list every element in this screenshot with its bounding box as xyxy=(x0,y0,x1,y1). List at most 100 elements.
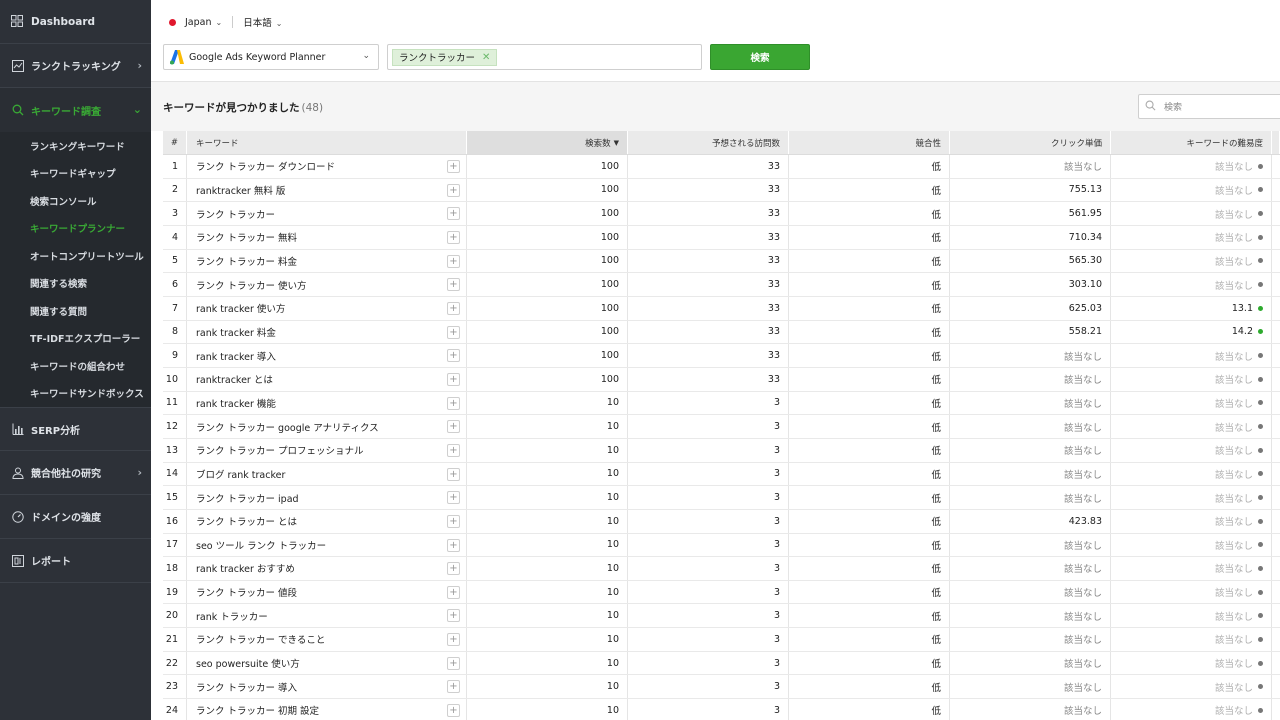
row-spacer xyxy=(1272,699,1280,720)
filter-input[interactable]: 検索 xyxy=(1138,94,1280,119)
header-keyword[interactable]: キーワード xyxy=(187,131,467,154)
row-num: 18 xyxy=(163,557,187,580)
row-keyword: ランク トラッカー プロフェッショナル + xyxy=(187,438,467,462)
add-keyword-plus-icon[interactable]: + xyxy=(447,538,460,552)
header-difficulty[interactable]: キーワードの難易度 xyxy=(1111,131,1272,154)
row-competition: 低 xyxy=(789,296,950,320)
row-visits: 3 xyxy=(628,604,789,628)
close-icon[interactable]: ✕ xyxy=(482,52,490,63)
add-keyword-plus-icon[interactable]: + xyxy=(447,420,460,434)
table-row[interactable]: 23 ランク トラッカー 導入 +10 3 低該当なし 該当なし xyxy=(163,675,1280,700)
add-keyword-plus-icon[interactable]: + xyxy=(447,562,460,576)
country-dropdown[interactable]: Japan ⌄ xyxy=(185,17,222,28)
sidebar-serp-analysis[interactable]: SERP分析 xyxy=(0,407,151,451)
row-competition: 低 xyxy=(789,699,950,720)
sidebar-item-keyword-gap[interactable]: キーワードギャップ xyxy=(0,160,151,188)
add-keyword-plus-icon[interactable]: + xyxy=(447,230,460,244)
row-difficulty: 該当なし xyxy=(1111,486,1272,509)
add-keyword-plus-icon[interactable]: + xyxy=(447,372,460,386)
sidebar-item-keyword-combinations[interactable]: キーワードの組合わせ xyxy=(0,352,151,380)
table-row[interactable]: 14 ブログ rank tracker +10 3 低該当なし 該当なし xyxy=(163,462,1280,487)
add-keyword-plus-icon[interactable]: + xyxy=(447,633,460,647)
add-keyword-plus-icon[interactable]: + xyxy=(447,491,460,505)
row-visits: 3 xyxy=(628,675,789,699)
table-row[interactable]: 11 rank tracker 機能 +10 3 低該当なし 該当なし xyxy=(163,391,1280,416)
add-keyword-plus-icon[interactable]: + xyxy=(447,680,460,694)
row-cpc: 565.30 xyxy=(950,249,1111,273)
row-keyword: seo ツール ランク トラッカー + xyxy=(187,533,467,557)
sidebar-item-search-console[interactable]: 検索コンソール xyxy=(0,187,151,215)
sidebar-item-ranking-keywords[interactable]: ランキングキーワード xyxy=(0,132,151,160)
add-keyword-plus-icon[interactable]: + xyxy=(447,514,460,528)
table-row[interactable]: 10 ranktracker とは +100 33 低該当なし 該当なし xyxy=(163,367,1280,392)
row-competition: 低 xyxy=(789,155,950,178)
row-volume: 100 xyxy=(467,155,628,178)
sidebar-keyword-research-label: キーワード調査 xyxy=(31,106,101,118)
add-keyword-plus-icon[interactable]: + xyxy=(447,656,460,670)
sidebar-dashboard[interactable]: Dashboard xyxy=(0,0,151,44)
chevron-right-icon: › xyxy=(137,466,142,479)
table-row[interactable]: 12 ランク トラッカー google アナリティクス +10 3 低該当なし 該当なし xyxy=(163,415,1280,439)
sidebar-domain-strength[interactable]: ドメインの強度 xyxy=(0,495,151,539)
keyword-input[interactable]: ランクトラッカー ✕ xyxy=(387,44,702,70)
header-volume[interactable]: 検索数 ▼ xyxy=(467,131,628,154)
row-competition: 低 xyxy=(789,202,950,225)
table-row[interactable]: 5 ランク トラッカー 料金 +100 33 低 565.30 該当なし xyxy=(163,249,1280,274)
sidebar-item-tfidf-explorer[interactable]: TF-IDFエクスプローラー xyxy=(0,325,151,353)
sidebar-competitor-research[interactable]: 競合他社の研究 › xyxy=(0,451,151,495)
table-row[interactable]: 7 rank tracker 使い方 +100 33 低 625.03 13.1 xyxy=(163,296,1280,321)
add-keyword-plus-icon[interactable]: + xyxy=(447,609,460,623)
table-row[interactable]: 8 rank tracker 料金 +100 33 低 558.21 14.2 xyxy=(163,320,1280,345)
row-difficulty: 該当なし xyxy=(1111,604,1272,628)
difficulty-status-dot-icon xyxy=(1258,329,1263,335)
row-difficulty: 該当なし xyxy=(1111,202,1272,225)
table-row[interactable]: 20 rank トラッカー +10 3 低該当なし 該当なし xyxy=(163,604,1280,629)
add-keyword-plus-icon[interactable]: + xyxy=(447,254,460,268)
add-keyword-plus-icon[interactable]: + xyxy=(447,443,460,457)
table-row[interactable]: 2 ranktracker 無料 版 +100 33 低 755.13 該当なし xyxy=(163,178,1280,203)
table-header: # キーワード 検索数 ▼ 予想される訪問数 競合性 クリック単価 キーワードの難… xyxy=(163,131,1280,155)
add-keyword-plus-icon[interactable]: + xyxy=(447,183,460,197)
add-keyword-plus-icon[interactable]: + xyxy=(447,301,460,315)
add-keyword-plus-icon[interactable]: + xyxy=(447,467,460,481)
table-row[interactable]: 4 ランク トラッカー 無料 +100 33 低 710.34 該当なし xyxy=(163,225,1280,250)
header-competition[interactable]: 競合性 xyxy=(789,131,950,154)
add-keyword-plus-icon[interactable]: + xyxy=(447,396,460,410)
table-row[interactable]: 6 ランク トラッカー 使い方 +100 33 低 303.10 該当なし xyxy=(163,273,1280,297)
row-spacer xyxy=(1272,344,1280,367)
table-row[interactable]: 9 rank tracker 導入 +100 33 低該当なし 該当なし xyxy=(163,344,1280,368)
table-row[interactable]: 19 ランク トラッカー 値段 +10 3 低該当なし 該当なし xyxy=(163,580,1280,605)
header-cpc[interactable]: クリック単価 xyxy=(950,131,1111,154)
add-keyword-plus-icon[interactable]: + xyxy=(447,278,460,292)
search-button[interactable]: 検索 xyxy=(710,44,810,70)
table-row[interactable]: 24 ランク トラッカー 初期 設定 +10 3 低該当なし 該当なし xyxy=(163,699,1280,720)
table-row[interactable]: 22 seo powersuite 使い方 +10 3 低該当なし 該当なし xyxy=(163,651,1280,676)
table-row[interactable]: 16 ランク トラッカー とは +10 3 低 423.83 該当なし xyxy=(163,509,1280,534)
sidebar-item-autocomplete[interactable]: オートコンプリートツール xyxy=(0,242,151,270)
sidebar-rank-tracking[interactable]: ランクトラッキング › xyxy=(0,44,151,88)
table-row[interactable]: 13 ランク トラッカー プロフェッショナル +10 3 低該当なし 該当なし xyxy=(163,438,1280,463)
add-keyword-plus-icon[interactable]: + xyxy=(447,349,460,363)
source-select[interactable]: Google Ads Keyword Planner ⌄ xyxy=(163,44,379,70)
sidebar-item-keyword-sandbox[interactable]: キーワードサンドボックス xyxy=(0,380,151,408)
sidebar-reports[interactable]: レポート xyxy=(0,539,151,583)
add-keyword-plus-icon[interactable]: + xyxy=(447,325,460,339)
table-row[interactable]: 1 ランク トラッカー ダウンロード +100 33 低該当なし 該当なし xyxy=(163,155,1280,179)
sidebar-item-keyword-planner[interactable]: キーワードプランナー xyxy=(0,215,151,243)
add-keyword-plus-icon[interactable]: + xyxy=(447,585,460,599)
add-keyword-plus-icon[interactable]: + xyxy=(447,704,460,718)
table-row[interactable]: 18 rank tracker おすすめ +10 3 低該当なし 該当なし xyxy=(163,557,1280,581)
row-visits: 3 xyxy=(628,486,789,509)
table-row[interactable]: 17 seo ツール ランク トラッカー +10 3 低該当なし 該当なし xyxy=(163,533,1280,558)
add-keyword-plus-icon[interactable]: + xyxy=(447,207,460,221)
language-dropdown[interactable]: 日本語 ⌄ xyxy=(243,15,282,29)
header-visits[interactable]: 予想される訪問数 xyxy=(628,131,789,154)
sidebar-keyword-research[interactable]: キーワード調査 ⌄ xyxy=(0,88,151,132)
sidebar-item-related-searches[interactable]: 関連する検索 xyxy=(0,270,151,298)
add-keyword-plus-icon[interactable]: + xyxy=(447,160,460,173)
sidebar-item-related-questions[interactable]: 関連する質問 xyxy=(0,297,151,325)
table-row[interactable]: 15 ランク トラッカー ipad +10 3 低該当なし 該当なし xyxy=(163,486,1280,510)
table-row[interactable]: 3 ランク トラッカー +100 33 低 561.95 該当なし xyxy=(163,202,1280,226)
table-row[interactable]: 21 ランク トラッカー できること +10 3 低該当なし 該当なし xyxy=(163,628,1280,652)
difficulty-status-dot-icon xyxy=(1258,258,1263,264)
